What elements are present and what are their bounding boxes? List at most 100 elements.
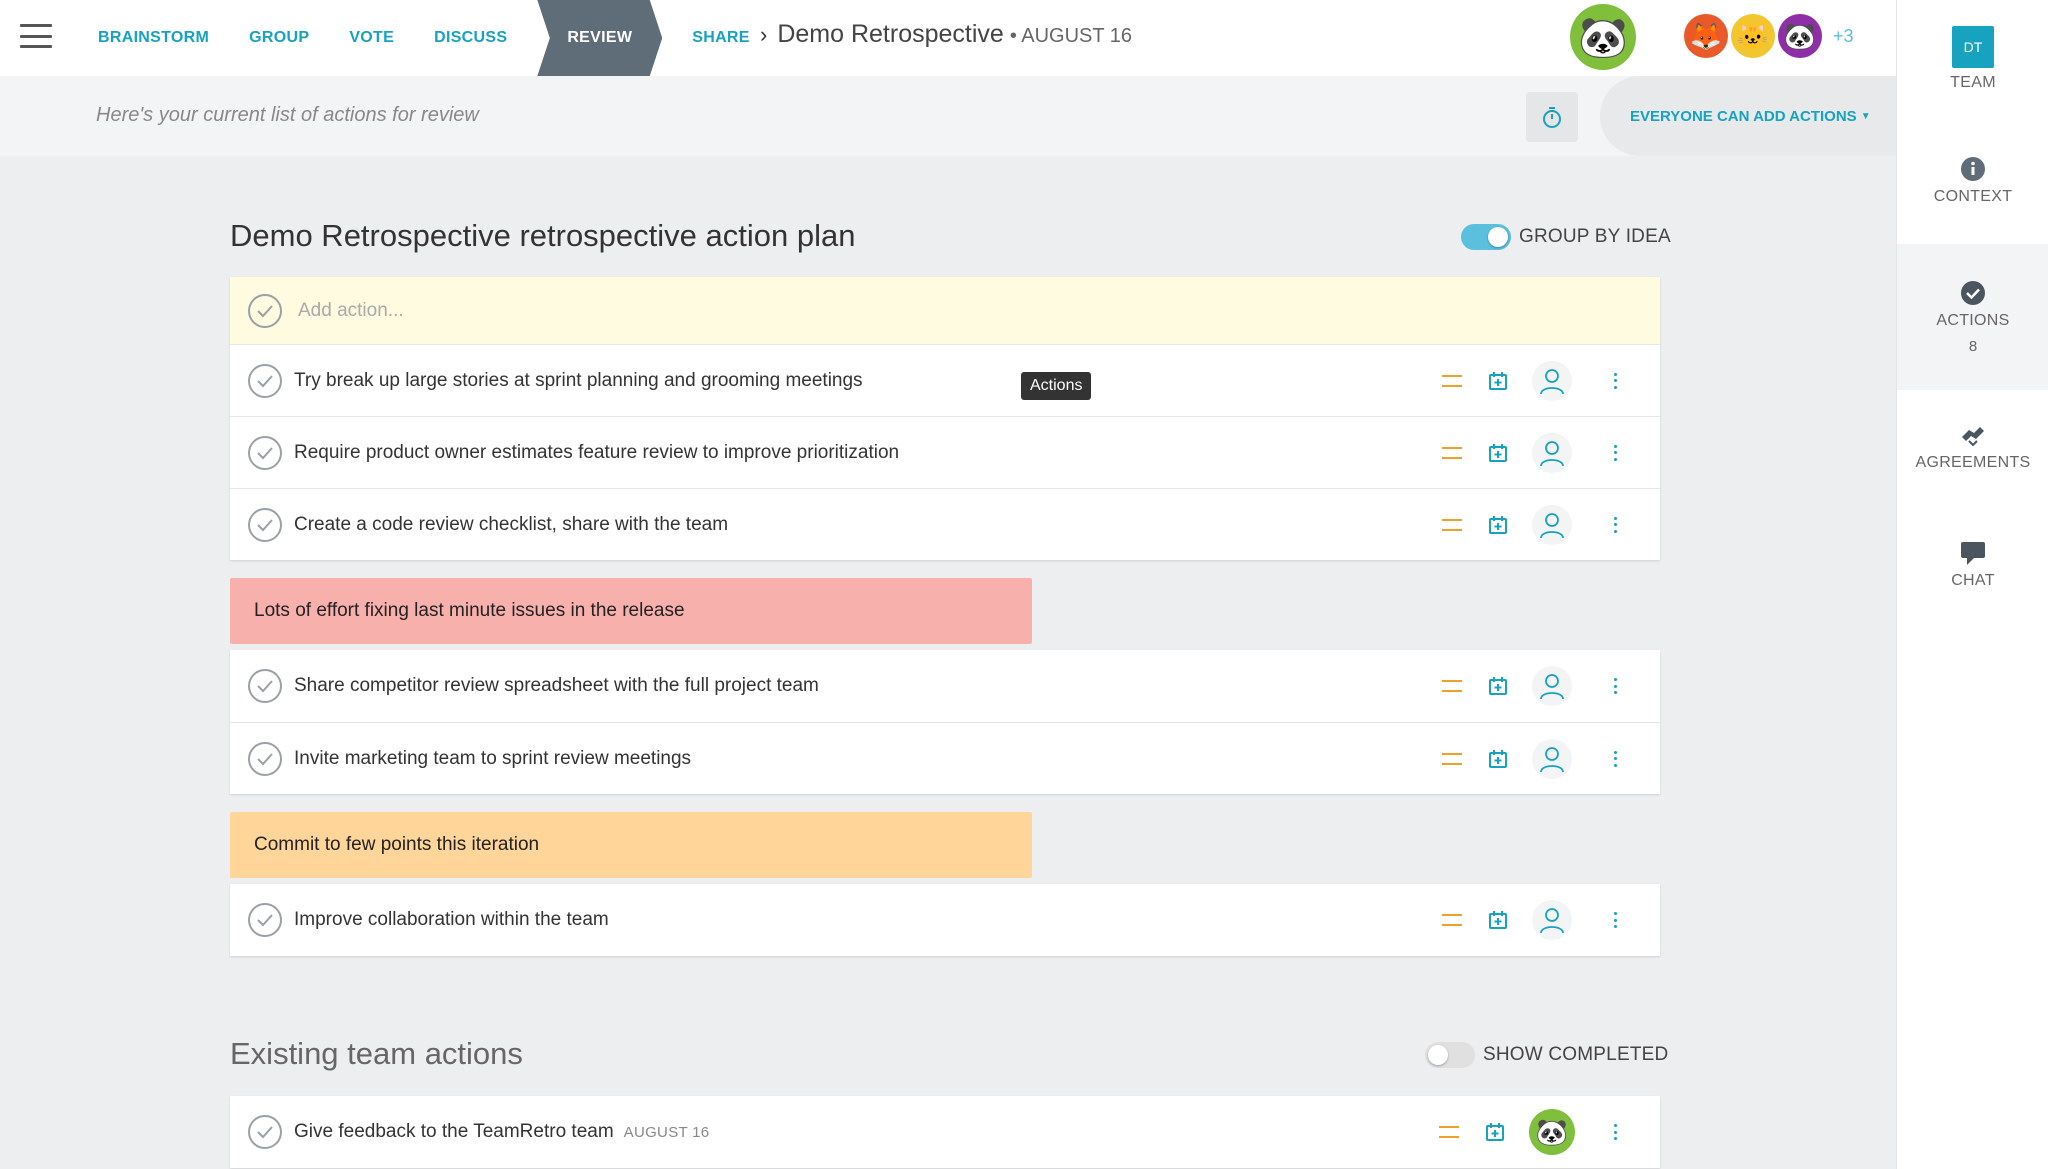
- action-row: Improve collaboration within the team: [230, 884, 1660, 956]
- fox-avatar[interactable]: 🦊: [1684, 14, 1728, 58]
- group-by-idea-toggle[interactable]: [1461, 224, 1511, 250]
- action-row: Invite marketing team to sprint review m…: [230, 722, 1660, 794]
- existing-actions-title: Existing team actions: [230, 1036, 523, 1071]
- calendar-add-icon[interactable]: [1488, 676, 1508, 696]
- calendar-add-icon[interactable]: [1488, 515, 1508, 535]
- top-bar: BRAINSTORM GROUP VOTE DISCUSS REVIEW SHA…: [0, 0, 1896, 76]
- action-row: Create a code review checklist, share wi…: [230, 488, 1660, 560]
- action-row: Share competitor review spreadsheet with…: [230, 650, 1660, 722]
- action-text[interactable]: Require product owner estimates feature …: [294, 442, 899, 464]
- step-vote[interactable]: VOTE: [329, 0, 414, 76]
- rail-team[interactable]: DT TEAM: [1897, 26, 2048, 92]
- panda-avatar[interactable]: 🐼: [1778, 14, 1822, 58]
- permission-label: EVERYONE CAN ADD ACTIONS: [1630, 107, 1857, 125]
- add-action-row[interactable]: Add action...: [230, 277, 1660, 344]
- row-actions: [1442, 345, 1660, 416]
- action-plan-title: Demo Retrospective retrospective action …: [230, 218, 856, 253]
- drag-handle-icon[interactable]: [1442, 446, 1462, 459]
- complete-check-icon[interactable]: [248, 669, 282, 703]
- idea-header: Commit to few points this iteration: [230, 812, 1032, 878]
- menu-icon[interactable]: [20, 24, 52, 48]
- step-share[interactable]: SHARE: [672, 0, 770, 76]
- rail-actions-label: ACTIONS: [1936, 311, 2010, 329]
- more-options-icon[interactable]: [1612, 750, 1618, 767]
- timer-button[interactable]: [1526, 92, 1578, 142]
- assign-person-icon[interactable]: [1532, 432, 1572, 473]
- rail-chat[interactable]: CHAT: [1897, 540, 2048, 590]
- action-row: Try break up large stories at sprint pla…: [230, 344, 1660, 416]
- handshake-icon: [1962, 427, 1984, 447]
- retro-title: Demo Retrospective: [777, 20, 1004, 48]
- rail-agreements-label: AGREEMENTS: [1915, 454, 2031, 471]
- action-group-2: Share competitor review spreadsheet with…: [230, 650, 1660, 794]
- assign-person-icon[interactable]: [1532, 504, 1572, 545]
- action-text[interactable]: Share competitor review spreadsheet with…: [294, 675, 819, 697]
- step-brainstorm[interactable]: BRAINSTORM: [78, 0, 229, 76]
- drag-handle-icon[interactable]: [1442, 752, 1462, 765]
- show-completed-label: SHOW COMPLETED: [1483, 1044, 1669, 1065]
- assign-person-icon[interactable]: [1532, 900, 1572, 940]
- team-badge: DT: [1952, 26, 1994, 68]
- calendar-add-icon[interactable]: [1488, 443, 1508, 463]
- show-completed-toggle[interactable]: [1425, 1042, 1475, 1068]
- caret-down-icon: ▼: [1860, 110, 1871, 122]
- check-icon: [248, 293, 282, 328]
- workflow-steps: BRAINSTORM GROUP VOTE DISCUSS REVIEW SHA…: [78, 0, 770, 76]
- more-options-icon[interactable]: [1612, 1124, 1618, 1140]
- row-actions: [1442, 650, 1660, 722]
- more-options-icon[interactable]: [1612, 372, 1618, 389]
- row-actions: [1442, 723, 1660, 794]
- current-user-avatar[interactable]: 🐼: [1570, 4, 1636, 70]
- assign-person-icon[interactable]: [1532, 666, 1572, 706]
- chevron-right-icon: ›: [760, 22, 768, 47]
- rail-agreements[interactable]: AGREEMENTS: [1897, 422, 2048, 472]
- calendar-add-icon[interactable]: [1488, 749, 1508, 769]
- action-permission-dropdown[interactable]: EVERYONE CAN ADD ACTIONS ▼: [1600, 76, 1896, 156]
- drag-handle-icon[interactable]: [1442, 518, 1462, 531]
- more-options-icon[interactable]: [1612, 444, 1618, 461]
- row-actions: [1442, 884, 1660, 956]
- row-actions: [1442, 489, 1660, 560]
- add-action-input[interactable]: Add action...: [298, 300, 404, 322]
- drag-handle-icon[interactable]: [1442, 914, 1462, 926]
- action-group-1: Add action... Try break up large stories…: [230, 277, 1660, 560]
- action-text[interactable]: Invite marketing team to sprint review m…: [294, 748, 691, 770]
- action-text[interactable]: Give feedback to the TeamRetro team: [294, 1121, 614, 1143]
- more-options-icon[interactable]: [1612, 516, 1618, 533]
- complete-check-icon[interactable]: [248, 1115, 282, 1149]
- action-group-3: Improve collaboration within the team: [230, 884, 1660, 956]
- participant-avatars: 🦊 🐱 🐼 +3: [1684, 14, 1854, 58]
- rail-chat-label: CHAT: [1951, 572, 1995, 589]
- row-actions: 🐼: [1439, 1096, 1660, 1168]
- rail-context[interactable]: CONTEXT: [1897, 156, 2048, 206]
- complete-check-icon[interactable]: [248, 903, 282, 937]
- step-review[interactable]: REVIEW: [537, 0, 663, 76]
- action-text[interactable]: Improve collaboration within the team: [294, 909, 609, 931]
- row-actions: [1442, 417, 1660, 488]
- step-discuss[interactable]: DISCUSS: [414, 0, 527, 76]
- complete-check-icon[interactable]: [248, 507, 282, 542]
- complete-check-icon[interactable]: [248, 363, 282, 398]
- drag-handle-icon[interactable]: [1442, 374, 1462, 387]
- more-options-icon[interactable]: [1612, 912, 1618, 928]
- calendar-add-icon[interactable]: [1488, 910, 1508, 930]
- more-options-icon[interactable]: [1612, 678, 1618, 694]
- drag-handle-icon[interactable]: [1439, 1126, 1459, 1138]
- calendar-add-icon[interactable]: [1485, 1122, 1505, 1142]
- check-circle-icon: [1961, 280, 1985, 305]
- cat-avatar[interactable]: 🐱: [1731, 14, 1775, 58]
- rail-actions[interactable]: ACTIONS 8: [1897, 244, 2048, 390]
- assign-person-icon[interactable]: [1532, 738, 1572, 779]
- assign-person-icon[interactable]: [1532, 360, 1572, 401]
- action-row: Give feedback to the TeamRetro team AUGU…: [230, 1096, 1660, 1168]
- more-participants-count[interactable]: +3: [1833, 26, 1854, 47]
- action-text[interactable]: Create a code review checklist, share wi…: [294, 514, 728, 536]
- action-text[interactable]: Try break up large stories at sprint pla…: [294, 370, 863, 392]
- assignee-avatar[interactable]: 🐼: [1529, 1109, 1575, 1155]
- complete-check-icon[interactable]: [248, 741, 282, 776]
- step-group[interactable]: GROUP: [229, 0, 329, 76]
- complete-check-icon[interactable]: [248, 435, 282, 470]
- drag-handle-icon[interactable]: [1442, 680, 1462, 692]
- rail-context-label: CONTEXT: [1933, 188, 2013, 205]
- calendar-add-icon[interactable]: [1488, 371, 1508, 391]
